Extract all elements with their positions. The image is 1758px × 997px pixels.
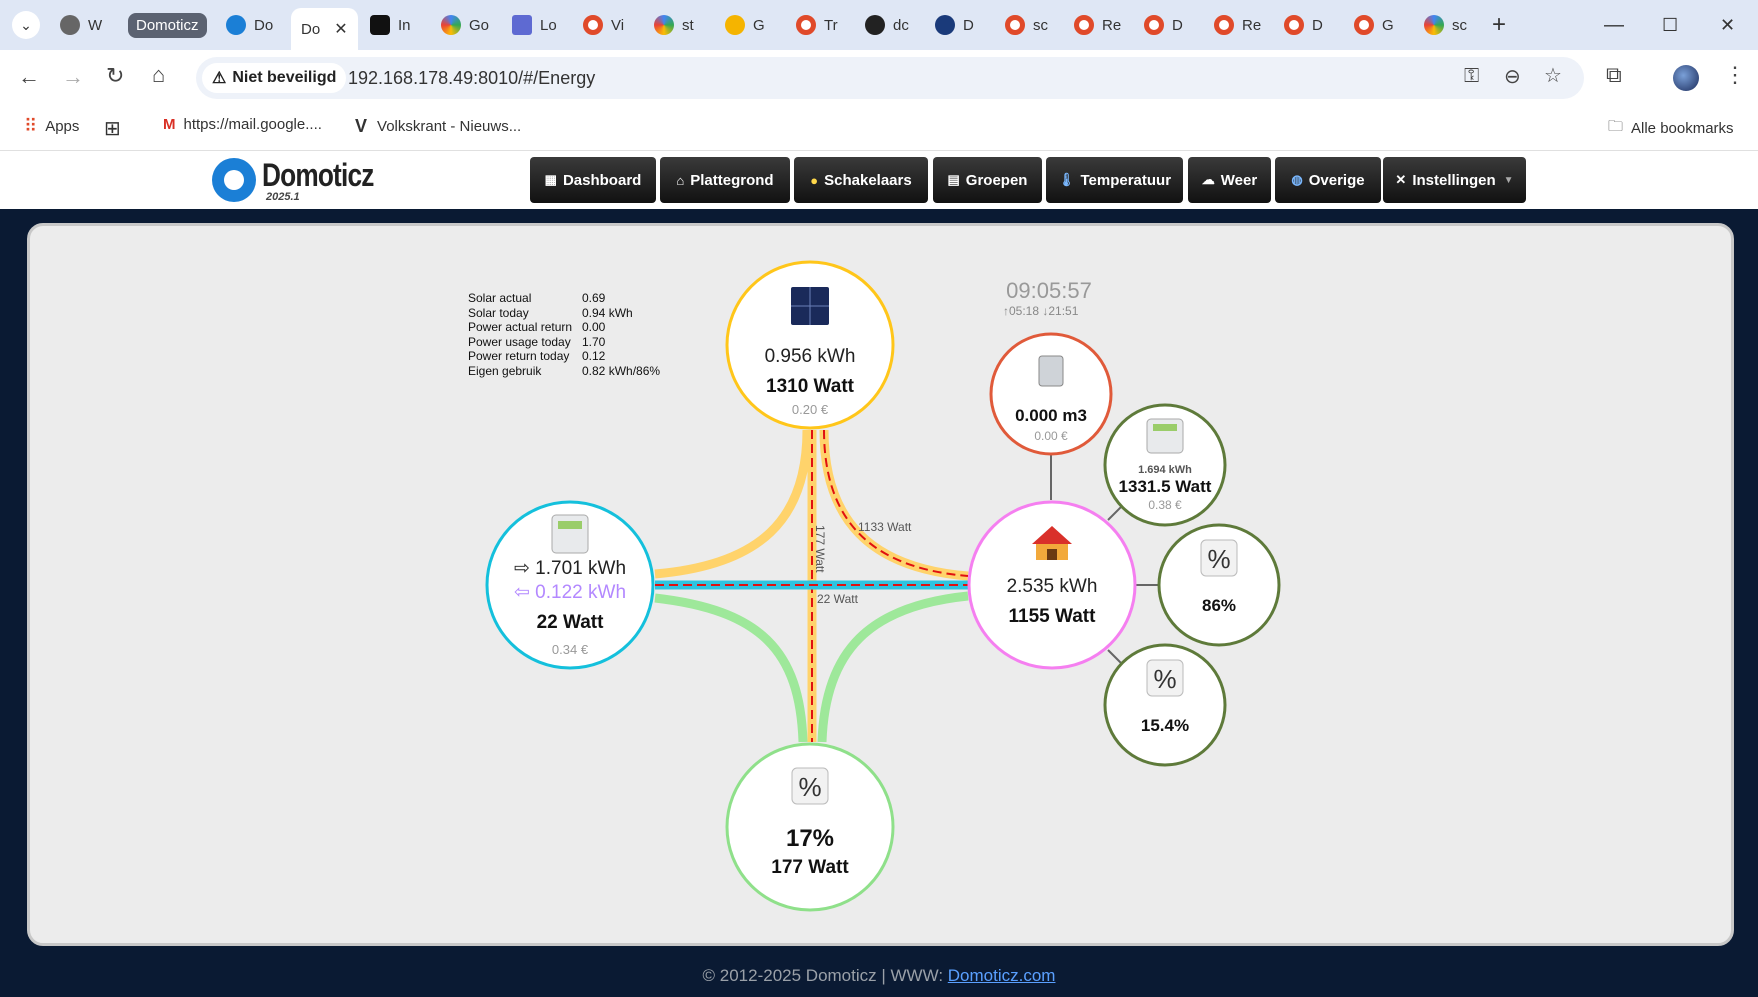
meter-display — [558, 521, 582, 529]
clock-sun: ↑05:18 ↓21:51 — [1003, 304, 1079, 318]
home-power: 1155 Watt — [1009, 606, 1097, 627]
grid-node[interactable]: ⇨ 1.701 kWh ⇦ 0.122 kWh 22 Watt 0.34 € — [485, 500, 655, 670]
meter-display — [1153, 424, 1177, 431]
flow-label-solar-battery: 177 Watt — [813, 525, 827, 573]
other-pct-percent: 15.4% — [1141, 716, 1189, 735]
percent-icon-glyph: % — [798, 772, 821, 802]
submeter-energy: 1.694 kWh — [1138, 464, 1192, 476]
home-energy: 2.535 kWh — [1007, 576, 1098, 597]
energy-flow-diagram: 1133 Watt 177 Watt 22 Watt 09:05:57 ↑05:… — [485, 260, 1281, 912]
grid-cost: 0.34 € — [552, 642, 589, 657]
page-footer: © 2012-2025 Domoticz | WWW: Domoticz.com — [702, 966, 1056, 985]
meter-icon — [551, 514, 589, 554]
percent-icon-glyph: % — [1207, 544, 1230, 574]
connector-submeter — [1107, 505, 1123, 521]
self-use-percent: 86% — [1202, 596, 1236, 615]
solar-cost: 0.20 € — [792, 402, 829, 417]
battery-percent: 17% — [786, 825, 834, 852]
flow-solar-home — [819, 429, 969, 581]
flow-grid-battery — [654, 593, 808, 743]
gas-meter-icon — [1038, 355, 1064, 387]
gas-node[interactable]: 0.000 m3 0.00 € — [989, 332, 1113, 456]
grid-export: ⇦ 0.122 kWh — [514, 582, 626, 603]
percent-icon-glyph: % — [1153, 664, 1176, 694]
flow-label-solar-home: 1133 Watt — [858, 520, 912, 534]
solar-energy: 0.956 kWh — [765, 346, 856, 367]
flow-solar-grid — [654, 429, 812, 579]
submeter-cost: 0.38 € — [1148, 498, 1182, 512]
solar-node[interactable]: 0.956 kWh 1310 Watt 0.20 € — [725, 260, 895, 430]
self-use-node[interactable]: % 86% — [1157, 523, 1281, 647]
grid-import: ⇨ 1.701 kWh — [514, 558, 626, 579]
gas-cost: 0.00 € — [1034, 429, 1068, 443]
grid-power: 22 Watt — [537, 612, 605, 633]
submeter-node[interactable]: 1.694 kWh 1331.5 Watt 0.38 € — [1103, 403, 1227, 527]
connector-otherpct — [1107, 649, 1123, 665]
battery-power: 177 Watt — [771, 857, 849, 878]
flow-label-grid-home: 22 Watt — [817, 592, 859, 606]
other-pct-node[interactable]: % 15.4% — [1103, 643, 1227, 767]
solar-power: 1310 Watt — [766, 376, 855, 397]
home-node[interactable]: 2.535 kWh 1155 Watt — [967, 500, 1137, 670]
house-icon-door — [1047, 549, 1057, 560]
battery-node[interactable]: % 17% 177 Watt — [725, 742, 895, 912]
clock-time: 09:05:57 — [1006, 278, 1092, 303]
flow-home-battery — [817, 591, 969, 743]
submeter-power: 1331.5 Watt — [1119, 477, 1212, 496]
gas-volume: 0.000 m3 — [1015, 406, 1087, 425]
footer-link[interactable]: Domoticz.com — [948, 966, 1056, 985]
